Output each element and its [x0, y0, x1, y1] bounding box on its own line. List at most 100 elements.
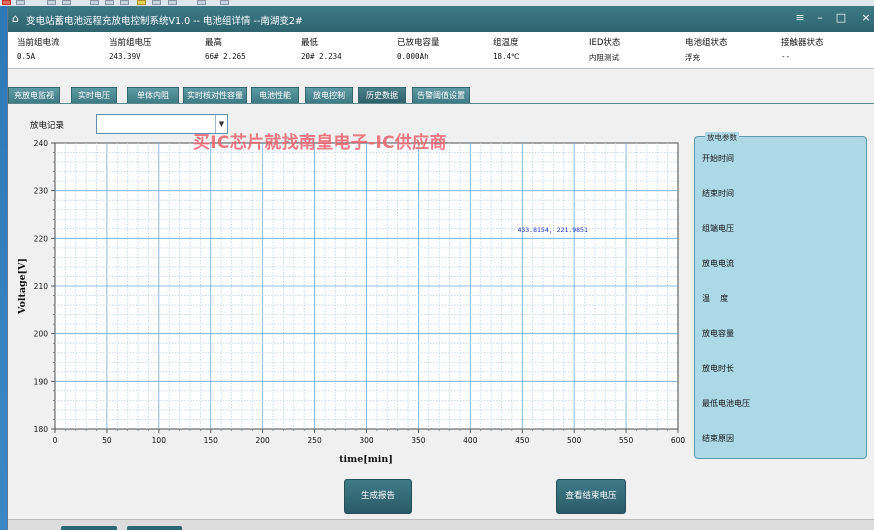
param-min-cell-voltage: 最低电池电压 [702, 399, 750, 408]
spacer-band [8, 69, 874, 87]
view-end-voltage-button[interactable]: 查看结束电压 [556, 479, 626, 514]
status-value: 66# 2.265 [205, 52, 246, 61]
x-tick-label: 500 [567, 436, 582, 445]
tab-history-data[interactable]: 历史数据 [358, 87, 406, 103]
close-button[interactable]: × [859, 11, 873, 25]
tab-alarm-threshold[interactable]: 告警阈值设置 [412, 87, 470, 103]
x-tick-label: 250 [307, 436, 322, 445]
voltage-history-chart: 0 50 100 150 200 250 300 350 400 450 500 550 600 180 1… [17, 139, 686, 465]
host-toolbar-icon[interactable] [220, 0, 229, 5]
x-tick-label: 150 [204, 436, 219, 445]
window-title: 变电站蓄电池远程充放电控制系统V1.0 -- 电池组详情 --南湖变2# [26, 16, 303, 27]
status-discharged-capacity: 已放电容量 0.000Ah [397, 36, 440, 61]
param-discharge-capacity: 放电容量 [702, 329, 734, 338]
minimize-button[interactable]: – [813, 11, 827, 25]
x-tick-label: 550 [619, 436, 634, 445]
x-tick-label: 400 [463, 436, 478, 445]
status-ied: IED状态 内阻测试 [589, 36, 620, 63]
status-value: 20# 2.234 [301, 52, 342, 61]
param-end-time: 结束时间 [702, 189, 734, 198]
y-tick-label: 180 [34, 425, 49, 434]
bottom-status-strip [8, 519, 874, 530]
title-bar[interactable]: ⌂ 变电站蓄电池远程充放电控制系统V1.0 -- 电池组详情 --南湖变2# ≡… [8, 6, 874, 32]
bottom-button[interactable] [127, 526, 182, 530]
host-toolbar-icon[interactable] [120, 0, 129, 5]
tab-bar: 充放电监视 实时电压 单体内阻 实时核对性容量 电池性能 放电控制 历史数据 告… [8, 87, 874, 104]
discharge-params-panel: 放电参数 开始时间 结束时间 组端电压 放电电流 温 度 放电容量 放电时长 最… [694, 132, 867, 459]
status-highest: 最高 66# 2.265 [205, 36, 246, 61]
discharge-record-label: 放电记录 [30, 121, 65, 131]
host-toolbar-icon[interactable] [105, 0, 114, 5]
status-label: 接触器状态 [781, 38, 824, 48]
status-battery-group: 电池组状态 浮充 [685, 36, 728, 63]
status-voltage: 当前组电压 243.39V [109, 36, 152, 61]
status-label: 最低 [301, 38, 319, 48]
tab-cell-resistance[interactable]: 单体内阻 [127, 87, 179, 103]
home-icon[interactable]: ⌂ [12, 12, 19, 25]
host-toolbar-icon[interactable] [47, 0, 56, 5]
host-toolbar-icon[interactable] [90, 0, 99, 5]
x-tick-label: 300 [359, 436, 374, 445]
status-value: -- [781, 52, 791, 61]
x-axis-label: time[min] [339, 454, 393, 465]
host-toolbar-icon[interactable] [152, 0, 161, 5]
grid-lines [55, 143, 678, 429]
y-tick-label: 200 [34, 330, 49, 339]
status-label: 电池组状态 [685, 38, 728, 48]
status-label: 最高 [205, 38, 223, 48]
x-tick-label: 600 [671, 436, 686, 445]
tab-realtime-capacity[interactable]: 实时核对性容量 [183, 87, 247, 103]
bottom-button[interactable] [61, 526, 117, 530]
status-value: 0.000Ah [397, 52, 429, 61]
y-tick-label: 230 [34, 187, 49, 196]
x-tick-label: 0 [53, 436, 58, 445]
y-tick-label: 190 [34, 377, 49, 386]
tab-charge-monitor[interactable]: 充放电监视 [8, 87, 60, 103]
status-lowest: 最低 20# 2.234 [301, 36, 342, 61]
host-toolbar-icon[interactable] [168, 0, 177, 5]
param-end-reason: 结束原因 [702, 434, 734, 443]
param-start-time: 开始时间 [702, 154, 734, 163]
x-tick-label: 450 [515, 436, 530, 445]
x-tick-label: 50 [102, 436, 112, 445]
status-label: 组温度 [493, 38, 519, 48]
status-label: 当前组电压 [109, 38, 152, 48]
host-toolbar-icon[interactable] [197, 0, 206, 5]
status-temperature: 组温度 18.4℃ [493, 36, 519, 61]
battery-status-panel: 当前组电流 0.5A 当前组电压 243.39V 最高 66# 2.265 最低… [8, 32, 874, 69]
status-label: IED状态 [589, 38, 621, 48]
status-value: 243.39V [109, 52, 141, 61]
y-axis-label: Voltage[V] [17, 258, 28, 315]
status-label: 已放电容量 [397, 38, 440, 48]
tab-battery-performance[interactable]: 电池性能 [251, 87, 299, 103]
maximize-button[interactable]: □ [834, 11, 848, 25]
param-discharge-duration: 放电时长 [702, 364, 734, 373]
host-toolbar-icon[interactable] [2, 0, 11, 5]
x-tick-label: 100 [152, 436, 167, 445]
y-tick-label: 240 [34, 139, 49, 148]
param-group-voltage: 组端电压 [702, 224, 734, 233]
host-toolbar-icon[interactable] [62, 0, 71, 5]
status-contactor: 接触器状态 -- [781, 36, 824, 61]
generate-report-button[interactable]: 生成报告 [344, 479, 412, 514]
host-toolbar-icon[interactable] [16, 0, 25, 5]
status-value: 内阻测试 [589, 53, 619, 62]
x-tick-label: 350 [411, 436, 426, 445]
status-value: 0.5A [17, 52, 36, 61]
app-window: ⌂ 变电站蓄电池远程充放电控制系统V1.0 -- 电池组详情 --南湖变2# ≡… [7, 6, 874, 530]
x-tick-label: 200 [256, 436, 271, 445]
status-value: 浮充 [685, 53, 700, 62]
param-discharge-current: 放电电流 [702, 259, 734, 268]
status-label: 当前组电流 [17, 38, 60, 48]
y-tick-label: 220 [34, 234, 49, 243]
params-title: 放电参数 [705, 132, 739, 143]
menu-button[interactable]: ≡ [793, 11, 807, 25]
tab-discharge-control[interactable]: 放电控制 [305, 87, 353, 103]
status-current: 当前组电流 0.5A [17, 36, 60, 61]
desktop-edge [0, 6, 7, 530]
host-toolbar-icon[interactable] [137, 0, 146, 5]
y-tick-label: 210 [34, 282, 49, 291]
tab-realtime-voltage[interactable]: 实时电压 [71, 87, 117, 103]
cursor-readout: 433.8154, 221.9851 [517, 226, 588, 234]
status-value: 18.4℃ [493, 52, 520, 61]
